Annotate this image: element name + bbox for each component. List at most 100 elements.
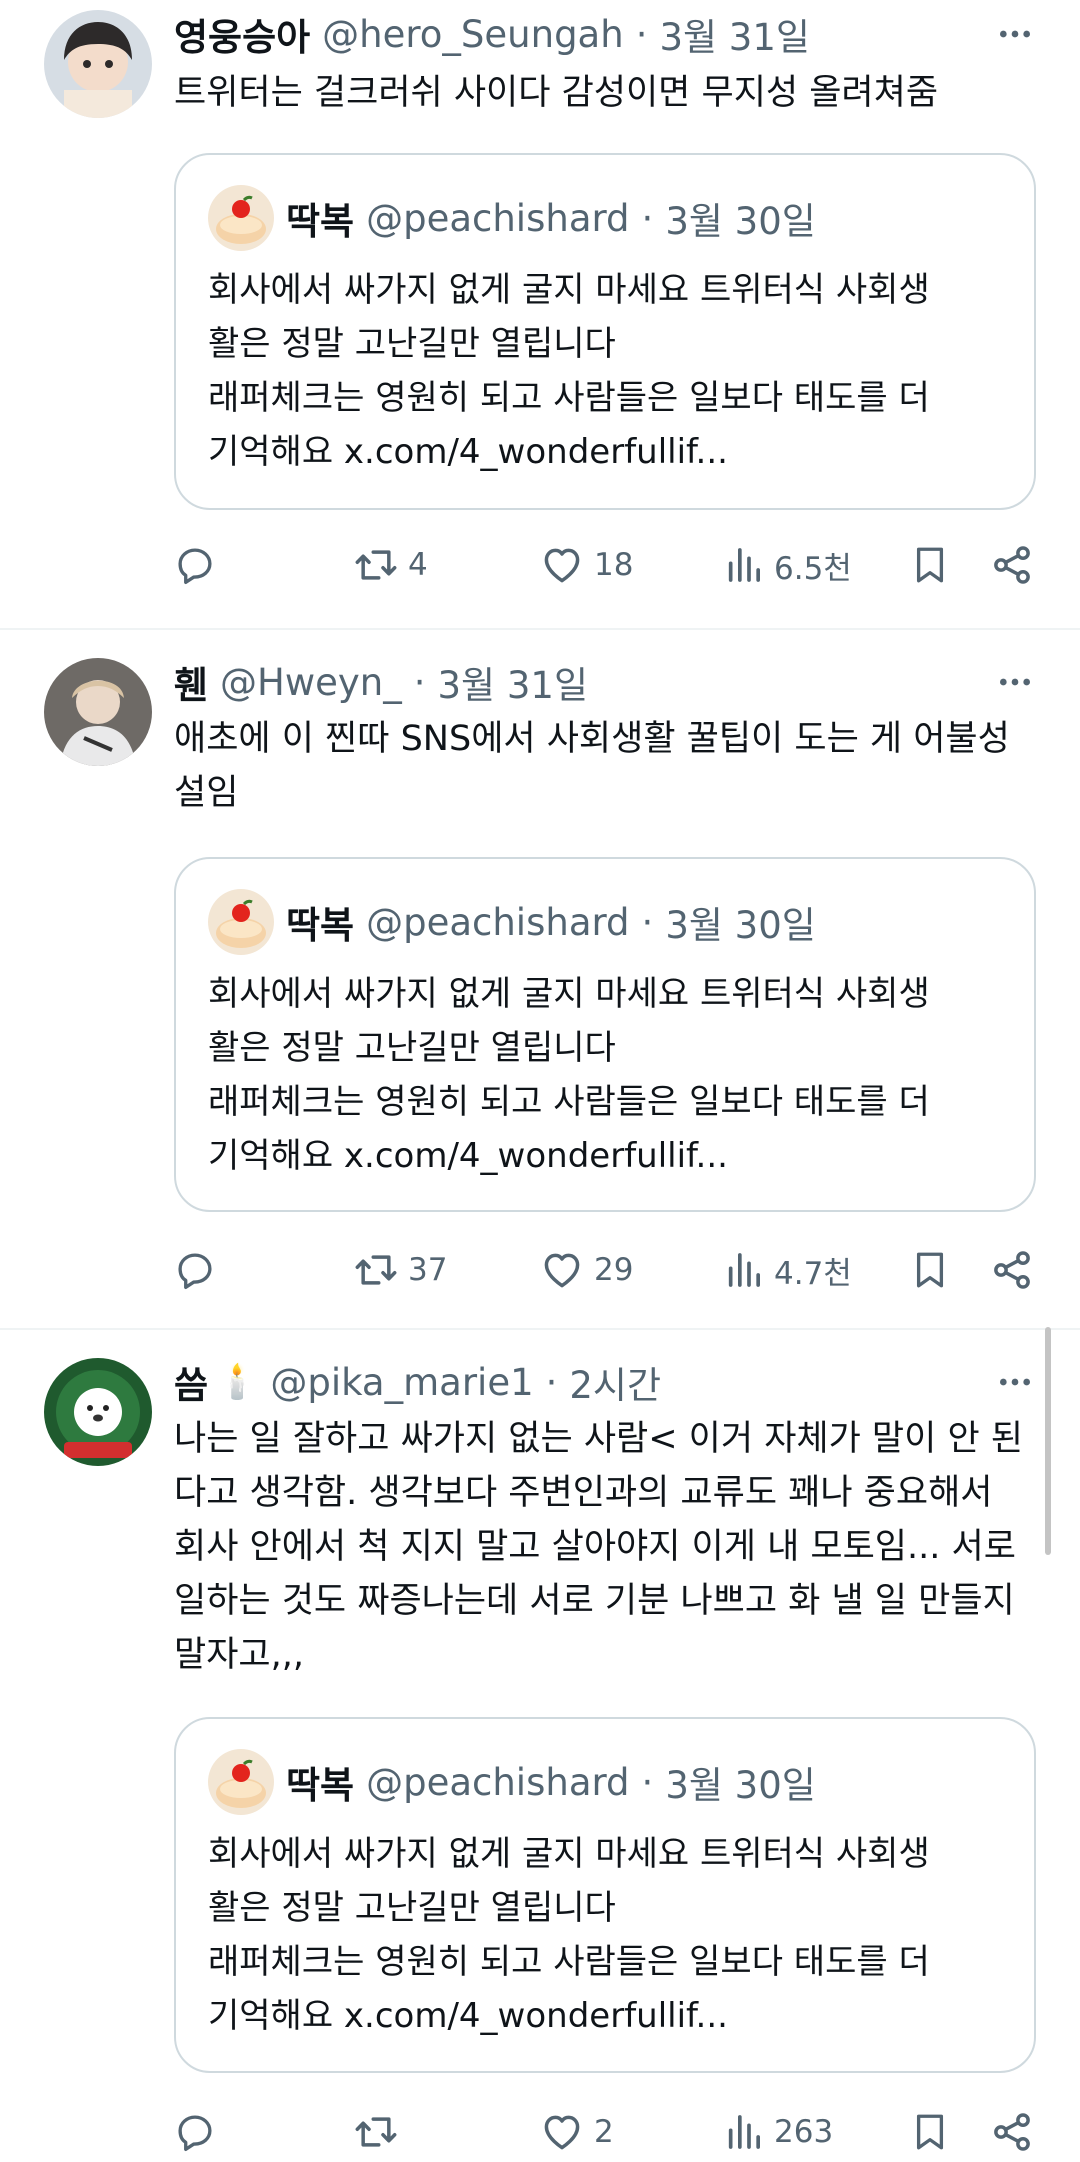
tweet-header: 씀 🕯️ @pika_marie1 · 2시간 <box>174 1356 1040 1408</box>
separator-dot: · <box>641 196 654 240</box>
timestamp[interactable]: 3월 31일 <box>438 655 588 709</box>
tweet-header: 휀 @Hweyn_ · 3월 31일 <box>174 656 1040 708</box>
display-name[interactable]: 휀 <box>174 655 208 709</box>
bookmark-button[interactable] <box>909 2102 951 2162</box>
views-icon <box>724 545 764 585</box>
quoted-text: 회사에서 싸가지 없게 굴지 마세요 트위터식 사회생 활은 정말 고난길만 열… <box>208 1834 930 2036</box>
bookmark-button[interactable] <box>909 1240 951 1300</box>
quoted-avatar <box>208 1749 274 1815</box>
tweet-text: 애초에 이 찐따 SNS에서 사회생활 꿀팁이 도는 게 어불성 설임 <box>174 719 1010 813</box>
more-icon[interactable] <box>990 1360 1040 1404</box>
quoted-timestamp: 3월 30일 <box>665 1764 816 1807</box>
quoted-text: 회사에서 싸가지 없게 굴지 마세요 트위터식 사회생 활은 정말 고난길만 열… <box>208 974 930 1176</box>
quoted-display-name: 딱복 <box>286 1764 355 1807</box>
bookmark-icon <box>909 1249 951 1291</box>
share-icon <box>990 2110 1034 2154</box>
like-count: 29 <box>594 1252 634 1288</box>
more-icon[interactable] <box>990 660 1040 704</box>
like-count: 2 <box>594 2114 614 2150</box>
bookmark-icon <box>909 2111 951 2153</box>
avatar[interactable] <box>44 10 152 118</box>
separator-dot: · <box>545 1360 558 1404</box>
like-icon <box>540 1248 584 1292</box>
share-button[interactable] <box>990 2102 1034 2162</box>
retweet-icon <box>354 2110 398 2154</box>
tweet[interactable]: 휀 @Hweyn_ · 3월 31일 애초에 이 찐따 SNS에서 사회생활 꿀… <box>0 628 1080 1328</box>
action-bar: 37 29 4.7천 <box>174 1240 1042 1300</box>
views-button[interactable]: 263 <box>724 2102 833 2162</box>
avatar[interactable] <box>44 1358 152 1466</box>
avatar[interactable] <box>44 658 152 766</box>
separator-dot: · <box>413 660 426 704</box>
share-icon <box>990 1248 1034 1292</box>
more-icon[interactable] <box>990 12 1040 56</box>
action-bar: 4 18 6.5천 <box>174 535 1042 595</box>
like-count: 18 <box>594 547 634 583</box>
retweet-icon <box>354 543 398 587</box>
view-count: 263 <box>774 2114 834 2150</box>
quoted-timestamp: 3월 30일 <box>665 200 816 243</box>
tweet[interactable]: 씀 🕯️ @pika_marie1 · 2시간 나는 일 잘하고 싸가지 없는 … <box>0 1328 1080 2159</box>
views-icon <box>724 2112 764 2152</box>
tweet-text: 트위터는 걸크러쉬 사이다 감성이면 무지성 올려쳐줌 <box>174 73 939 113</box>
action-bar: 2 263 <box>174 2102 1042 2162</box>
quoted-avatar <box>208 889 274 955</box>
like-button[interactable]: 18 <box>540 535 633 595</box>
reply-icon <box>174 2111 216 2153</box>
views-button[interactable]: 6.5천 <box>724 535 852 595</box>
quoted-header: 딱복 @peachishard · 3월 30일 <box>286 191 816 245</box>
separator-dot: · <box>641 900 654 944</box>
user-handle[interactable]: @hero_Seungah <box>322 13 624 56</box>
bookmark-button[interactable] <box>909 535 951 595</box>
reply-button[interactable] <box>174 535 226 595</box>
tweet[interactable]: 영웅승아 @hero_Seungah · 3월 31일 트위터는 걸크러쉬 사이… <box>0 0 1080 628</box>
share-button[interactable] <box>990 535 1034 595</box>
reply-button[interactable] <box>174 1240 226 1300</box>
quoted-header: 딱복 @peachishard · 3월 30일 <box>286 895 816 949</box>
scrollbar[interactable] <box>1045 1327 1051 1555</box>
retweet-button[interactable]: 37 <box>354 1240 447 1300</box>
reply-icon <box>174 1249 216 1291</box>
view-count: 6.5천 <box>774 550 852 587</box>
retweet-button[interactable] <box>354 2102 408 2162</box>
bookmark-icon <box>909 544 951 586</box>
quoted-tweet[interactable]: 딱복 @peachishard · 3월 30일 회사에서 싸가지 없게 굴지 … <box>174 1717 1036 2073</box>
quoted-display-name: 딱복 <box>286 200 355 243</box>
display-name[interactable]: 씀 <box>174 1355 208 1409</box>
timeline: 영웅승아 @hero_Seungah · 3월 31일 트위터는 걸크러쉬 사이… <box>0 0 1080 2159</box>
quoted-handle: @peachishard <box>366 900 630 944</box>
timestamp[interactable]: 3월 31일 <box>659 7 809 61</box>
reply-button[interactable] <box>174 2102 226 2162</box>
display-name[interactable]: 영웅승아 <box>174 7 310 61</box>
tweet-text: 나는 일 잘하고 싸가지 없는 사람< 이거 자체가 말이 안 된 다고 생각함… <box>174 1419 1023 1675</box>
quoted-handle: @peachishard <box>366 196 630 240</box>
tweet-header: 영웅승아 @hero_Seungah · 3월 31일 <box>174 8 1040 60</box>
quoted-tweet[interactable]: 딱복 @peachishard · 3월 30일 회사에서 싸가지 없게 굴지 … <box>174 857 1036 1212</box>
retweet-icon <box>354 1248 398 1292</box>
reply-icon <box>174 544 216 586</box>
quoted-timestamp: 3월 30일 <box>665 904 816 947</box>
quoted-display-name: 딱복 <box>286 904 355 947</box>
retweet-button[interactable]: 4 <box>354 535 428 595</box>
quoted-avatar <box>208 185 274 251</box>
quoted-text: 회사에서 싸가지 없게 굴지 마세요 트위터식 사회생 활은 정말 고난길만 열… <box>208 270 930 472</box>
like-button[interactable]: 29 <box>540 1240 633 1300</box>
separator-dot: · <box>635 12 648 56</box>
views-icon <box>724 1250 764 1290</box>
retweet-count: 37 <box>408 1252 448 1288</box>
view-count: 4.7천 <box>774 1255 852 1292</box>
like-icon <box>540 2110 584 2154</box>
quoted-tweet[interactable]: 딱복 @peachishard · 3월 30일 회사에서 싸가지 없게 굴지 … <box>174 153 1036 510</box>
candle-emoji: 🕯️ <box>216 1362 259 1402</box>
like-icon <box>540 543 584 587</box>
user-handle[interactable]: @Hweyn_ <box>220 661 402 704</box>
like-button[interactable]: 2 <box>540 2102 614 2162</box>
user-handle[interactable]: @pika_marie1 <box>270 1361 533 1404</box>
quoted-header: 딱복 @peachishard · 3월 30일 <box>286 1755 816 1809</box>
views-button[interactable]: 4.7천 <box>724 1240 852 1300</box>
timestamp[interactable]: 2시간 <box>569 1355 661 1409</box>
share-button[interactable] <box>990 1240 1034 1300</box>
quoted-handle: @peachishard <box>366 1760 630 1804</box>
separator-dot: · <box>641 1760 654 1804</box>
retweet-count: 4 <box>408 547 428 583</box>
